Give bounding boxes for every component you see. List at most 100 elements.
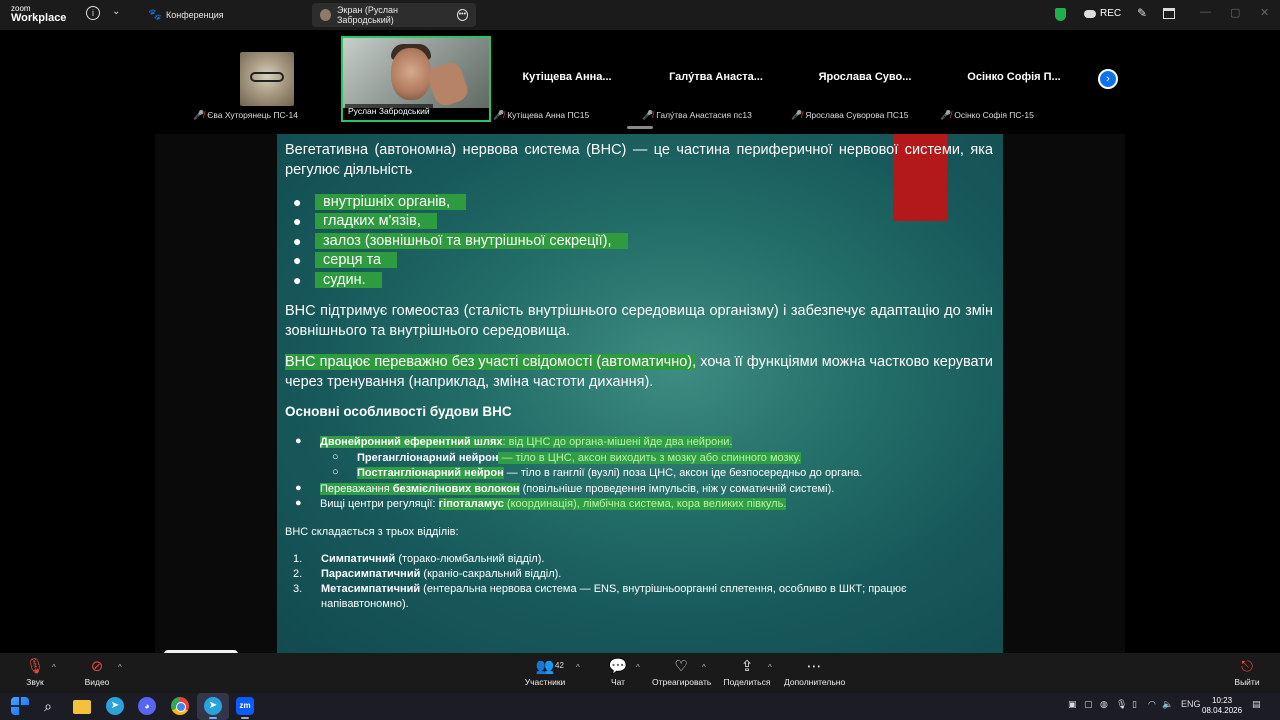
mic-muted-icon: 🎤̸ [940, 109, 952, 120]
react-options-caret-icon[interactable]: ^ [702, 663, 706, 672]
glasses-decoration [250, 72, 284, 82]
feature-text: (координація), лімбічна система, кора ве… [503, 498, 787, 510]
bullet-dot: ○ [332, 466, 339, 478]
item-text: (ентеральна нервова система — ENS, внутр… [420, 583, 907, 595]
more-label: Дополнительно [784, 677, 846, 687]
share-button[interactable]: ⇪ Поделиться [722, 657, 772, 687]
search-icon[interactable]: ⌕ [39, 697, 57, 715]
participant-label: 🎤̸ Осінко Софія ПС-15 [940, 108, 1034, 122]
video-options-caret-icon[interactable]: ^ [118, 663, 122, 672]
tray-app-icon[interactable]: ◍ [1100, 699, 1108, 710]
info-icon[interactable]: i [86, 6, 100, 20]
meeting-controls: 🎙 Звук ^ ⊘ Видео ^ 👥 Участники 42 ^ 💬 Ча… [0, 653, 1280, 693]
security-shield-icon[interactable] [1055, 8, 1066, 21]
more-icon[interactable]: ••• [456, 9, 468, 21]
active-app-indicator [209, 717, 217, 719]
participant-tile-active-speaker[interactable]: Руслан Забродський [341, 36, 491, 122]
numbered-item: 3. Метасимпатичний (ентеральна нервова си… [293, 582, 907, 597]
paw-icon: 🐾 [148, 9, 162, 21]
list-item-text: судин. [315, 271, 382, 288]
battery-tray-icon[interactable]: ▯ [1132, 699, 1137, 710]
participant-video [343, 38, 489, 109]
participant-label: 🎤̸ Кутіщева Анна ПС15 [493, 108, 589, 122]
item-bold: Парасимпатичний [321, 568, 421, 580]
video-button[interactable]: ⊘ Видео [82, 657, 112, 687]
slide-heading: Основні особливості будови ВНС [285, 404, 512, 419]
bullet-dot: ○ [332, 451, 339, 463]
participant-tile[interactable]: Кутіщева Анна... 🎤̸ Кутіщева Анна ПС15 [493, 38, 641, 122]
participant-tile[interactable]: Осінко Софія П... 🎤̸ Осінко Софія ПС-15 [940, 38, 1088, 122]
shared-screen: Вегетативна (автономна) нервова система … [155, 134, 1125, 653]
share-options-caret-icon[interactable]: ^ [768, 663, 772, 672]
video-label: Видео [84, 677, 110, 687]
tab-screen[interactable]: Экран (Руслан Забродський) ••• [312, 3, 476, 27]
microphone-tray-icon[interactable]: 🎙 [1116, 699, 1127, 710]
numbered-item-continuation: напівавтономно). [321, 598, 409, 610]
zoom-tray-icon[interactable]: ▢ [1084, 699, 1093, 710]
wifi-tray-icon[interactable]: ◠ [1148, 699, 1156, 710]
file-explorer-icon[interactable] [73, 700, 91, 714]
bullet-dot: ● [295, 497, 302, 509]
notifications-icon[interactable]: ▤ [1252, 699, 1261, 710]
item-number: 1. [293, 553, 303, 565]
nvidia-tray-icon[interactable]: ▣ [1068, 699, 1077, 710]
list-item: ● серця та [293, 251, 628, 271]
leave-button[interactable]: ⎋ Выйти [1232, 657, 1262, 687]
rec-label: REC [1100, 8, 1122, 19]
zoom-app-icon[interactable]: zm [236, 697, 254, 715]
audio-button[interactable]: 🎙 Звук [20, 657, 50, 687]
volume-tray-icon[interactable]: 🔈 [1162, 699, 1173, 710]
feature-item: Прегангліонарний нейрон — тіло в ЦНС, ак… [357, 451, 801, 466]
windows-start-icon[interactable] [11, 697, 29, 715]
slide-intro-text: ВНС складається з трьох відділів: [285, 526, 459, 538]
clock-date: 08.04.2026 [1202, 706, 1243, 715]
participant-tile[interactable]: 🎤̸ Єва Хуторянець ПС-14 [193, 38, 341, 122]
participant-tile[interactable]: Галу́тва Анаста... 🎤̸ Галу́тва Анастасия… [642, 38, 790, 122]
chat-options-caret-icon[interactable]: ^ [636, 663, 640, 672]
participant-strip: 🎤̸ Єва Хуторянець ПС-14 Руслан Забродськ… [0, 30, 1280, 134]
react-button[interactable]: ♡ Отреагировать [652, 657, 712, 687]
running-app-indicator [241, 717, 249, 719]
participants-options-caret-icon[interactable]: ^ [576, 663, 580, 672]
share-screen-icon: ⇪ [740, 658, 754, 675]
telegram-icon[interactable]: ➤ [106, 697, 124, 715]
view-layout-icon[interactable] [1163, 8, 1175, 19]
feature-text: — тіло в ЦНС, аксон виходить з мозку або… [498, 452, 801, 464]
strip-resize-handle[interactable] [627, 126, 653, 129]
more-button[interactable]: ⋯ Дополнительно [784, 657, 846, 687]
discord-icon[interactable]: ◕ [138, 697, 156, 715]
participants-count: 42 [555, 661, 564, 670]
minimize-icon[interactable]: — [1200, 6, 1211, 18]
chat-button[interactable]: 💬 Чат [604, 657, 632, 687]
participant-tile-name: Ярослава Суво... [818, 71, 912, 83]
share-label: Поделиться [723, 677, 771, 687]
video-face-shape [391, 48, 431, 100]
item-text: (краніо-сакральний відділ). [420, 568, 562, 580]
tab-conference[interactable]: 🐾 Конференция [140, 3, 232, 27]
slide-paragraph: ВНС підтримує гомеостаз (сталість внутрі… [285, 303, 993, 339]
chat-icon: 💬 [608, 658, 628, 675]
audio-label: Звук [26, 677, 44, 687]
chevron-down-icon[interactable]: ⌄ [112, 6, 120, 17]
recording-indicator[interactable]: REC [1084, 8, 1121, 19]
participants-label: Участники [524, 677, 566, 687]
list-item: ● судин. [293, 270, 628, 290]
react-label: Отреагировать [652, 677, 712, 687]
feature-text: : від ЦНС до органа-мішені йде два нейро… [502, 436, 733, 448]
next-page-arrow-icon[interactable]: › [1098, 69, 1118, 89]
participant-tile[interactable]: Ярослава Суво... 🎤̸ Ярослава Суворова ПС… [791, 38, 939, 122]
audio-options-caret-icon[interactable]: ^ [52, 663, 56, 672]
highlighted-text: ВНС працює переважно без участі свідомос… [285, 354, 697, 370]
chrome-icon[interactable] [171, 697, 189, 715]
language-indicator[interactable]: ENG [1181, 699, 1201, 709]
annotate-pen-icon[interactable]: ✎ [1137, 6, 1147, 20]
system-clock[interactable]: 10:23 08.04.2026 [1202, 696, 1242, 716]
close-icon[interactable]: ✕ [1260, 6, 1269, 19]
telegram-active-icon[interactable]: ➤ [204, 697, 222, 715]
feature-text: — тіло в ганглії (вузлі) поза ЦНС, аксон… [503, 467, 863, 479]
list-item: ● внутрішніх органів, [293, 192, 628, 212]
os-taskbar: ⌕ ➤ ◕ ➤ zm ▣ ▢ ◍ 🎙 ▯ ◠ 🔈 ENG 10:23 08.04… [0, 693, 1280, 720]
list-item-text: залоз (зовнішньої та внутрішньої секреці… [315, 232, 628, 249]
numbered-item: 2. Парасимпатичний (краніо-сакральний від… [293, 567, 561, 582]
maximize-icon[interactable]: ▢ [1230, 6, 1240, 19]
